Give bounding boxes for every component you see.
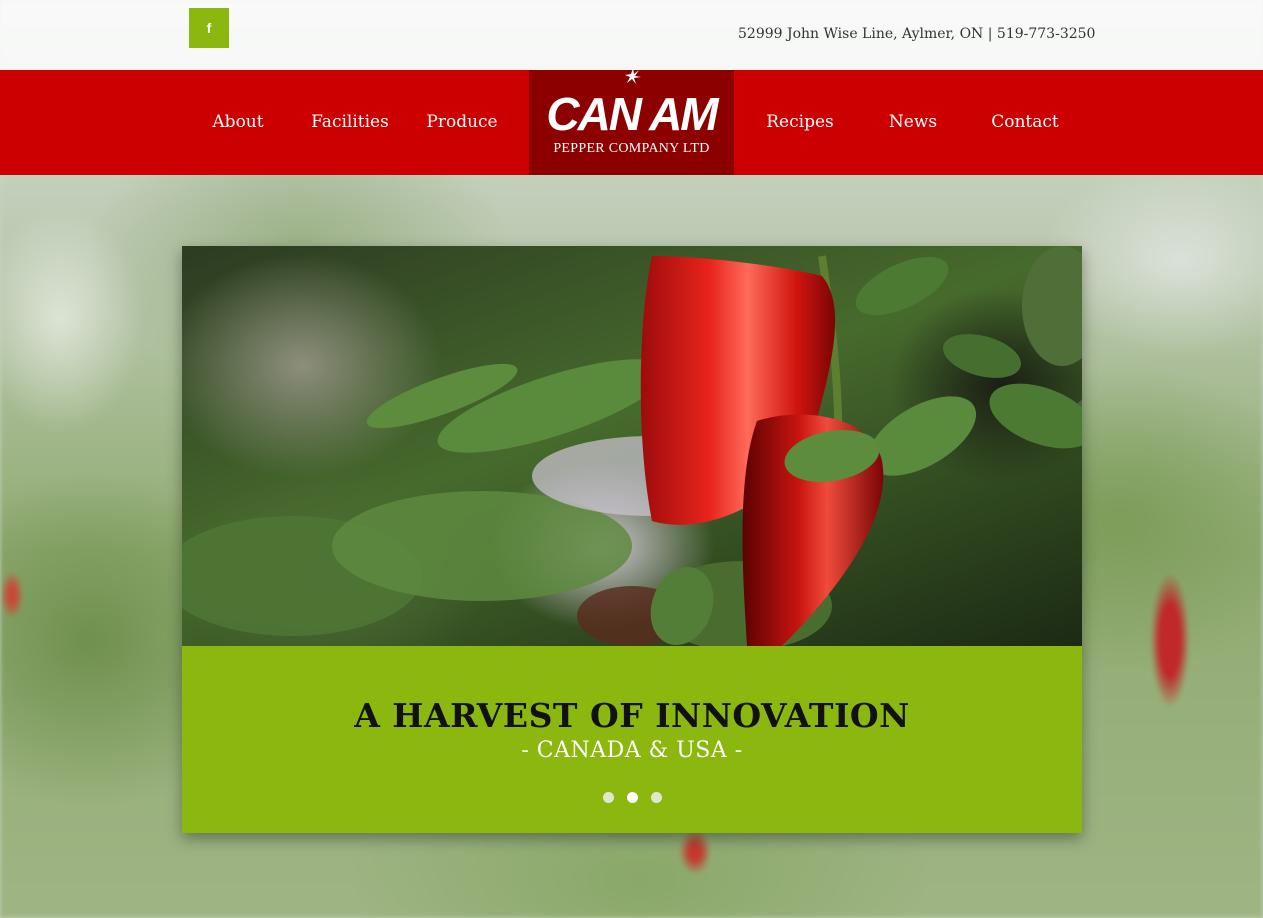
nav-facilities[interactable]: Facilities — [311, 70, 389, 175]
slider-dot-1[interactable] — [602, 792, 614, 803]
logo-wordmark: CAN AM — [546, 88, 718, 140]
nav-news[interactable]: News — [889, 70, 937, 175]
slider-dot-2[interactable] — [626, 792, 638, 803]
facebook-icon: f — [206, 20, 212, 36]
peppers-illustration — [182, 246, 1082, 646]
slide-title: A HARVEST OF INNOVATION — [354, 696, 910, 735]
nav-recipes[interactable]: Recipes — [766, 70, 834, 175]
contact-info: 52999 John Wise Line, Aylmer, ON | 519-7… — [738, 26, 1096, 42]
slide-image-red-peppers — [182, 246, 1082, 646]
top-bar: f 52999 John Wise Line, Aylmer, ON | 519… — [0, 0, 1263, 70]
slider-pagination — [182, 792, 1082, 804]
nav-contact[interactable]: Contact — [991, 70, 1059, 175]
slide-caption: A HARVEST OF INNOVATION - CANADA & USA - — [182, 646, 1082, 833]
slide-subtitle: - CANADA & USA - — [521, 738, 743, 763]
site-logo[interactable]: CAN AM PEPPER COMPANY LTD — [529, 68, 734, 175]
logo-tagline: PEPPER COMPANY LTD — [553, 141, 710, 156]
facebook-button[interactable]: f — [189, 8, 229, 48]
slider-dot-3[interactable] — [650, 792, 662, 803]
nav-produce[interactable]: Produce — [426, 70, 497, 175]
hero-slider: A HARVEST OF INNOVATION - CANADA & USA - — [182, 246, 1082, 833]
pepper-spark-icon — [625, 68, 641, 84]
nav-about[interactable]: About — [212, 70, 263, 175]
